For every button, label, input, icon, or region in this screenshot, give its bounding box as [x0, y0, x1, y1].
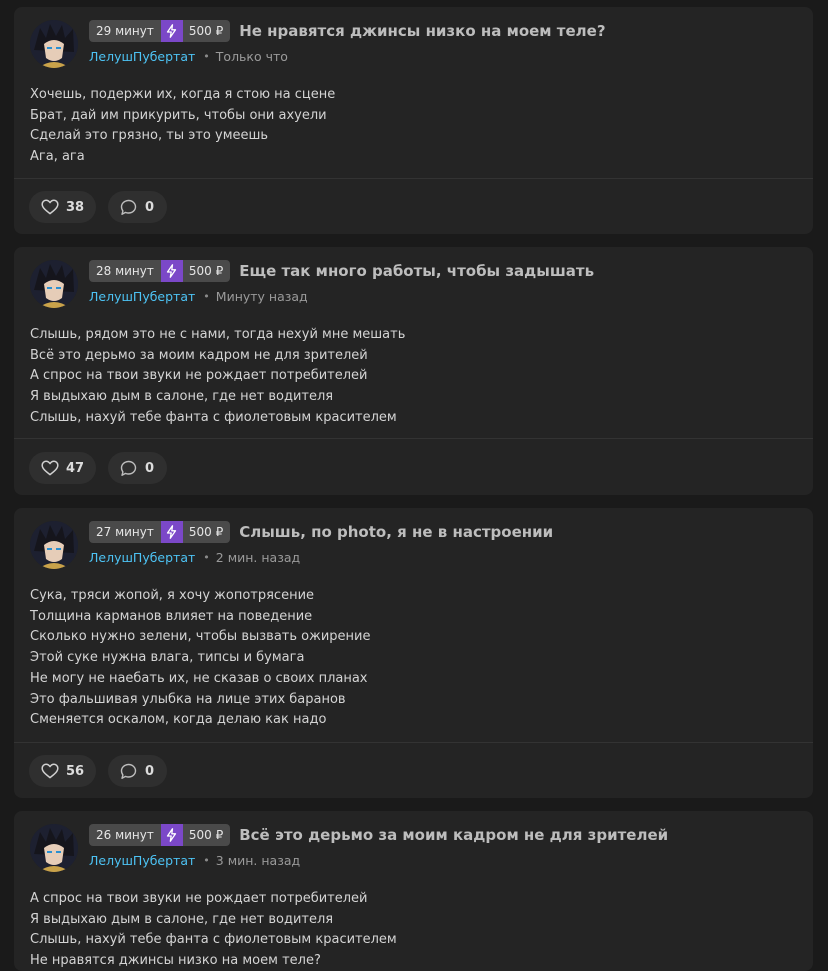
- time-badge: 28 минут: [89, 260, 161, 282]
- post-card: 27 минут 500 ₽ Слышь, по photo, я не в н…: [14, 508, 813, 798]
- price-badge: 500 ₽: [182, 260, 231, 282]
- comment-count: 0: [145, 460, 155, 476]
- post-header: 26 минут 500 ₽ Всё это дерьмо за моим ка…: [89, 824, 668, 846]
- comment-bubble-icon: [120, 199, 137, 216]
- post-line: Это фальшивая улыбка на лице этих барано…: [30, 691, 346, 707]
- post-time: 3 мин. назад: [215, 853, 301, 868]
- lightning-icon[interactable]: [160, 521, 183, 543]
- post-line: Этой суке нужна влага, типсы и бумага: [30, 650, 305, 666]
- post-title[interactable]: Еще так много работы, чтобы задышать: [239, 262, 594, 280]
- post-card: 26 минут 500 ₽ Всё это дерьмо за моим ка…: [14, 811, 813, 971]
- comment-bubble-icon: [120, 460, 137, 477]
- post-card: 28 минут 500 ₽ Еще так много работы, что…: [14, 247, 813, 495]
- author-name[interactable]: ЛелушПубертат: [89, 49, 195, 64]
- post-meta: ЛелушПубертат • Только что: [89, 49, 288, 64]
- post-line: Толщина карманов влияет на поведение: [30, 608, 313, 624]
- post-line: Слышь, нахуй тебе фанта с фиолетовым кра…: [30, 409, 397, 425]
- post-line: Брат, дай им прикурить, чтобы они ахуели: [30, 107, 327, 123]
- comment-button[interactable]: 0: [108, 191, 167, 223]
- time-badge: 26 минут: [89, 824, 161, 846]
- post-body: Сука, тряси жопой, я хочу жопотрясение Т…: [30, 586, 797, 731]
- author-name[interactable]: ЛелушПубертат: [89, 853, 195, 868]
- separator-dot: •: [203, 551, 210, 564]
- post-body: А спрос на твои звуки не рождает потреби…: [30, 889, 797, 971]
- post-line: Слышь, нахуй тебе фанта с фиолетовым кра…: [30, 932, 397, 948]
- post-divider: [14, 438, 813, 439]
- comment-button[interactable]: 0: [108, 452, 167, 484]
- post-line: Не нравятся джинсы низко на моем теле?: [30, 953, 321, 969]
- price-badge: 500 ₽: [182, 521, 231, 543]
- separator-dot: •: [203, 854, 210, 867]
- heart-icon: [41, 460, 59, 476]
- post-meta: ЛелушПубертат • 3 мин. назад: [89, 853, 300, 868]
- post-body: Слышь, рядом это не с нами, тогда нехуй …: [30, 325, 797, 429]
- post-time: Только что: [215, 49, 288, 64]
- like-count: 38: [66, 199, 85, 215]
- heart-icon: [41, 199, 59, 215]
- post-time: 2 мин. назад: [215, 550, 301, 565]
- time-badge: 29 минут: [89, 20, 161, 42]
- post-divider: [14, 178, 813, 179]
- post-line: Не могу не наебать их, не сказав о своих…: [30, 670, 368, 686]
- lightning-icon[interactable]: [160, 20, 183, 42]
- author-name[interactable]: ЛелушПубертат: [89, 289, 195, 304]
- post-header: 29 минут 500 ₽ Не нравятся джинсы низко …: [89, 20, 606, 42]
- author-avatar[interactable]: [30, 260, 78, 308]
- like-count: 47: [66, 460, 85, 476]
- post-divider: [14, 742, 813, 743]
- heart-icon: [41, 763, 59, 779]
- author-avatar[interactable]: [30, 20, 78, 68]
- author-avatar[interactable]: [30, 824, 78, 872]
- price-badge: 500 ₽: [182, 824, 231, 846]
- comment-count: 0: [145, 763, 155, 779]
- post-title[interactable]: Слышь, по photo, я не в настроении: [239, 523, 553, 541]
- post-line: Хочешь, подержи их, когда я стою на сцен…: [30, 87, 336, 102]
- post-line: Сколько нужно зелени, чтобы вызвать ожир…: [30, 629, 371, 645]
- post-title[interactable]: Не нравятся джинсы низко на моем теле?: [239, 22, 605, 40]
- post-line: Всё это дерьмо за моим кадром не для зри…: [30, 347, 368, 363]
- author-avatar[interactable]: [30, 521, 78, 569]
- like-button[interactable]: 38: [29, 191, 96, 223]
- post-body: Хочешь, подержи их, когда я стою на сцен…: [30, 85, 797, 168]
- like-button[interactable]: 56: [29, 755, 96, 787]
- post-header: 28 минут 500 ₽ Еще так много работы, что…: [89, 260, 594, 282]
- post-meta: ЛелушПубертат • 2 мин. назад: [89, 550, 300, 565]
- comment-bubble-icon: [120, 763, 137, 780]
- separator-dot: •: [203, 50, 210, 63]
- post-card: 29 минут 500 ₽ Не нравятся джинсы низко …: [14, 7, 813, 234]
- post-line: Сука, тряси жопой, я хочу жопотрясение: [30, 588, 315, 603]
- lightning-icon[interactable]: [160, 824, 183, 846]
- time-badge: 27 минут: [89, 521, 161, 543]
- post-meta: ЛелушПубертат • Минуту назад: [89, 289, 308, 304]
- price-badge: 500 ₽: [182, 20, 231, 42]
- post-line: А спрос на твои звуки не рождает потреби…: [30, 368, 368, 384]
- post-title[interactable]: Всё это дерьмо за моим кадром не для зри…: [239, 826, 668, 844]
- like-button[interactable]: 47: [29, 452, 96, 484]
- author-name[interactable]: ЛелушПубертат: [89, 550, 195, 565]
- post-line: Ага, ага: [30, 149, 85, 165]
- post-line: Сделай это грязно, ты это умеешь: [30, 128, 269, 144]
- post-line: Я выдыхаю дым в салоне, где нет водителя: [30, 911, 334, 927]
- comment-button[interactable]: 0: [108, 755, 167, 787]
- lightning-icon[interactable]: [160, 260, 183, 282]
- post-line: Сменяется оскалом, когда делаю как надо: [30, 712, 327, 728]
- post-header: 27 минут 500 ₽ Слышь, по photo, я не в н…: [89, 521, 553, 543]
- post-time: Минуту назад: [215, 289, 308, 304]
- post-line: Я выдыхаю дым в салоне, где нет водителя: [30, 389, 334, 405]
- post-line: А спрос на твои звуки не рождает потреби…: [30, 891, 368, 906]
- separator-dot: •: [203, 290, 210, 303]
- comment-count: 0: [145, 199, 155, 215]
- post-line: Слышь, рядом это не с нами, тогда нехуй …: [30, 327, 406, 342]
- like-count: 56: [66, 763, 85, 779]
